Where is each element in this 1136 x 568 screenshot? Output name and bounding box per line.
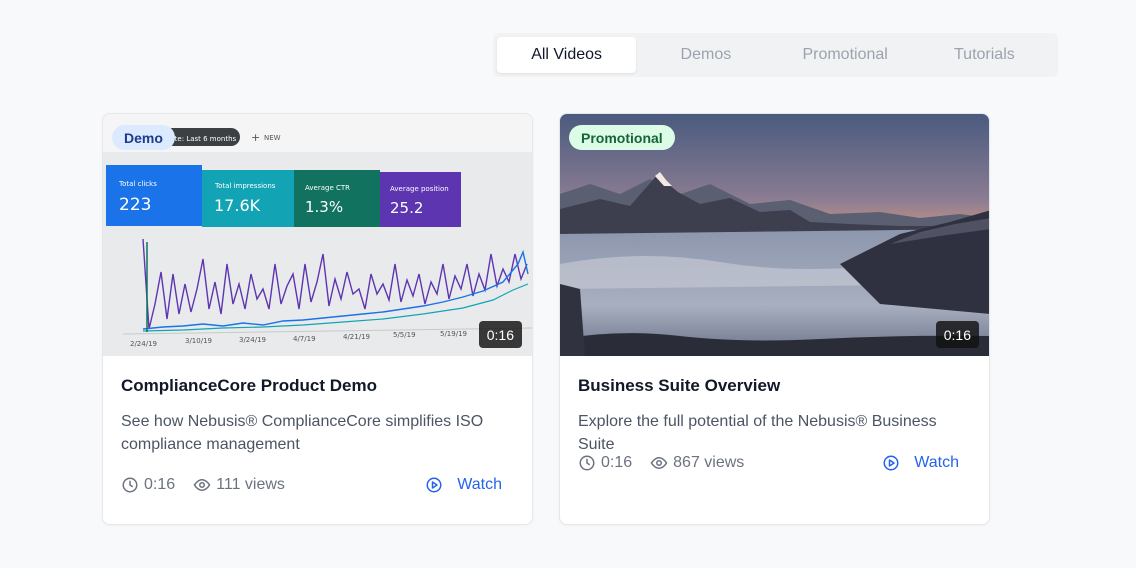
view-count: 111 views: [216, 476, 285, 493]
svg-text:1.3%: 1.3%: [305, 198, 343, 216]
svg-text:3/10/19: 3/10/19: [185, 337, 212, 345]
eye-icon: [650, 456, 668, 470]
svg-text:Total impressions: Total impressions: [214, 182, 276, 190]
duration-overlay: 0:16: [935, 321, 979, 348]
video-card: Promotional 0:16 Business Suite Overview…: [559, 113, 990, 525]
watch-label: Watch: [457, 476, 502, 493]
new-label: NEW: [264, 134, 281, 142]
video-card: Date: Last 6 months + NEW Total clicks 2…: [102, 113, 533, 525]
tab-demos[interactable]: Demos: [636, 37, 775, 73]
svg-text:3/24/19: 3/24/19: [239, 336, 266, 344]
video-meta: 0:16 867 views Watch: [578, 454, 959, 472]
tab-promotional[interactable]: Promotional: [776, 37, 915, 73]
svg-text:17.6K: 17.6K: [214, 196, 261, 215]
mountain-landscape-image: [560, 114, 989, 356]
tab-all-videos[interactable]: All Videos: [497, 37, 637, 73]
video-title: ComplianceCore Product Demo: [121, 376, 377, 395]
clock-icon: [122, 477, 138, 493]
category-badge: Demo: [112, 125, 175, 150]
watch-label: Watch: [914, 454, 959, 471]
video-meta: 0:16 111 views Watch: [121, 476, 502, 494]
svg-text:5/19/19: 5/19/19: [440, 330, 467, 338]
view-count: 867 views: [673, 454, 745, 471]
video-filter-tabs: All Videos Demos Promotional Tutorials: [493, 33, 1058, 77]
svg-text:4/21/19: 4/21/19: [343, 333, 370, 341]
svg-text:Total clicks: Total clicks: [118, 180, 157, 188]
video-title: Business Suite Overview: [578, 376, 781, 395]
svg-text:4/7/19: 4/7/19: [293, 335, 316, 343]
svg-text:5/5/19: 5/5/19: [393, 331, 416, 339]
video-description: Explore the full potential of the Nebusi…: [578, 413, 937, 453]
play-circle-icon: [883, 455, 899, 471]
play-circle-icon: [426, 477, 442, 493]
eye-icon: [193, 478, 211, 492]
watch-button[interactable]: Watch: [425, 476, 502, 494]
video-thumbnail[interactable]: Date: Last 6 months + NEW Total clicks 2…: [103, 114, 532, 356]
tab-tutorials[interactable]: Tutorials: [915, 37, 1054, 73]
svg-text:25.2: 25.2: [390, 199, 423, 217]
duration-overlay: 0:16: [478, 321, 522, 348]
meta-duration: 0:16: [601, 454, 633, 471]
video-description: See how Nebusis® ComplianceCore simplifi…: [121, 413, 484, 453]
clock-icon: [579, 455, 595, 471]
analytics-screenshot-image: Date: Last 6 months + NEW Total clicks 2…: [103, 114, 532, 356]
watch-button[interactable]: Watch: [882, 454, 959, 472]
meta-duration: 0:16: [144, 476, 176, 493]
svg-text:Average CTR: Average CTR: [305, 184, 350, 192]
date-chip-text: Date: Last 6 months: [165, 135, 237, 143]
svg-text:+: +: [251, 131, 260, 144]
video-thumbnail[interactable]: Promotional 0:16: [560, 114, 989, 356]
svg-text:Average position: Average position: [390, 185, 449, 193]
svg-text:2/24/19: 2/24/19: [130, 340, 157, 348]
category-badge: Promotional: [569, 125, 675, 150]
svg-text:223: 223: [119, 195, 151, 215]
